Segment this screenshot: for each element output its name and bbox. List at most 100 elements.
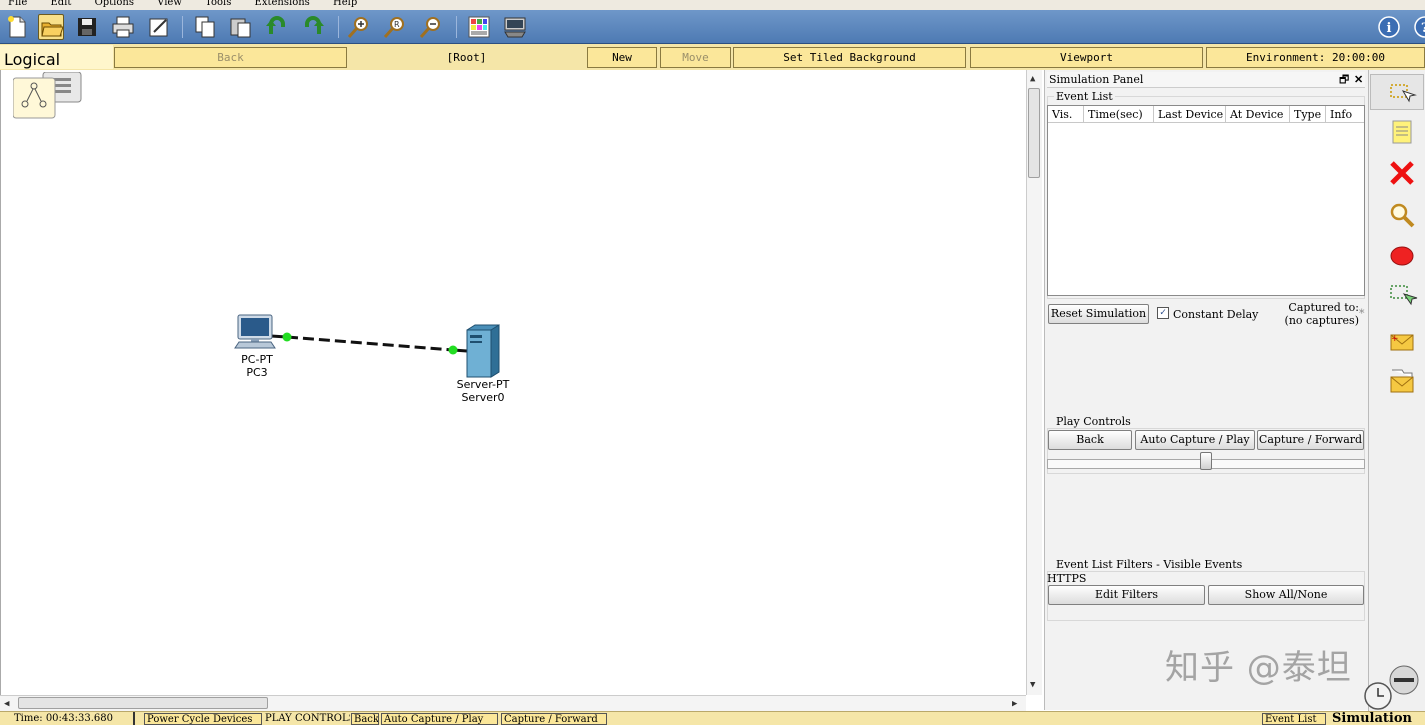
- column-last-device[interactable]: Last Device: [1154, 106, 1226, 123]
- info-icon[interactable]: i: [1376, 14, 1402, 40]
- logical-workspace-canvas[interactable]: PC-PT PC3 Server-PT Server0: [0, 70, 1026, 695]
- server0-type: Server-PT: [456, 378, 510, 391]
- activity-wizard-icon[interactable]: [146, 14, 172, 40]
- captured-to-label: Captured to:: [1288, 301, 1359, 314]
- viewport-button[interactable]: Viewport: [970, 47, 1203, 68]
- undock-icon[interactable]: 🗗: [1339, 72, 1349, 88]
- play-back-button[interactable]: Back: [1048, 430, 1132, 450]
- menu-help[interactable]: Help: [333, 0, 357, 8]
- server-icon[interactable]: [466, 324, 500, 378]
- scroll-left-icon[interactable]: ◀: [4, 699, 9, 709]
- menu-options[interactable]: Options: [95, 0, 134, 8]
- capture-forward-button[interactable]: Capture / Forward: [1257, 430, 1364, 450]
- set-tiled-background-button[interactable]: Set Tiled Background: [733, 47, 966, 68]
- server0-name: Server0: [461, 391, 505, 404]
- menu-extensions[interactable]: Extensions: [255, 0, 310, 8]
- captured-to-value: (no captures): [1284, 314, 1359, 327]
- column-info[interactable]: Info: [1326, 106, 1364, 123]
- vertical-scroll-thumb[interactable]: [1028, 88, 1040, 178]
- scroll-right-icon[interactable]: ▶: [1012, 699, 1017, 709]
- network-cable[interactable]: [286, 335, 454, 352]
- zoom-reset-icon[interactable]: R: [382, 14, 408, 40]
- back-button[interactable]: Back: [114, 47, 347, 68]
- print-icon[interactable]: [110, 14, 136, 40]
- cluster-navigation-icon[interactable]: [12, 71, 83, 120]
- complex-pdu-icon[interactable]: [1386, 366, 1418, 398]
- delete-icon[interactable]: [1386, 157, 1418, 189]
- draw-ellipse-icon[interactable]: [1386, 240, 1418, 272]
- close-icon[interactable]: ✕: [1354, 72, 1363, 88]
- svg-text:?: ?: [1421, 21, 1425, 36]
- menu-tools[interactable]: Tools: [205, 0, 231, 8]
- menu-view[interactable]: View: [157, 0, 182, 8]
- status-auto-capture-button[interactable]: Auto Capture / Play: [381, 713, 498, 725]
- realtime-simulation-clock-icon[interactable]: [1358, 662, 1422, 710]
- zoom-out-icon[interactable]: [418, 14, 444, 40]
- play-speed-slider-thumb[interactable]: [1200, 452, 1212, 470]
- select-icon[interactable]: [1370, 74, 1424, 110]
- column-at-device[interactable]: At Device: [1226, 106, 1290, 123]
- status-divider: [133, 712, 135, 725]
- pc3-name: PC3: [246, 366, 268, 379]
- logical-tab[interactable]: Logical: [0, 45, 113, 69]
- copy-icon[interactable]: [192, 14, 218, 40]
- auto-capture-play-button[interactable]: Auto Capture / Play: [1135, 430, 1255, 450]
- simulation-panel-title: Simulation Panel 🗗 ✕: [1047, 72, 1365, 88]
- move-object-button[interactable]: Move Object: [660, 47, 731, 83]
- palette-icon[interactable]: [466, 14, 492, 40]
- environment-button[interactable]: Environment: 20:00:00: [1206, 47, 1425, 68]
- svg-text:R: R: [394, 20, 400, 29]
- resize-icon[interactable]: [1386, 280, 1418, 312]
- horizontal-scroll-thumb[interactable]: [18, 697, 268, 709]
- visible-events-value: HTTPS: [1047, 572, 1087, 585]
- event-list-label: Event List: [1054, 90, 1115, 103]
- link-light-pc3: [282, 332, 292, 342]
- power-cycle-devices-button[interactable]: Power Cycle Devices: [144, 713, 262, 725]
- svg-text:i: i: [1387, 21, 1392, 36]
- menu-edit[interactable]: Edit: [50, 0, 71, 8]
- redo-icon[interactable]: [300, 14, 326, 40]
- edit-filters-button[interactable]: Edit Filters: [1048, 585, 1205, 605]
- constant-delay-label: Constant Delay: [1173, 308, 1259, 321]
- simple-pdu-icon[interactable]: +: [1386, 326, 1418, 358]
- server0-label: Server-PT Server0: [448, 378, 518, 404]
- column-vis[interactable]: Vis.: [1048, 106, 1084, 123]
- custom-device-icon[interactable]: [502, 14, 528, 40]
- show-all-none-button[interactable]: Show All/None: [1208, 585, 1364, 605]
- note-icon[interactable]: [1386, 116, 1418, 148]
- constant-delay-checkbox[interactable]: ✓: [1157, 307, 1169, 319]
- help-icon[interactable]: ?: [1412, 14, 1425, 40]
- simulation-panel-title-text: Simulation Panel: [1049, 73, 1144, 86]
- column-type[interactable]: Type: [1290, 106, 1326, 123]
- menu-bar: File Edit Options View Tools Extensions …: [0, 0, 1425, 10]
- pc3-type: PC-PT: [241, 353, 273, 366]
- save-icon[interactable]: [74, 14, 100, 40]
- captured-overflow-icon: *: [1359, 307, 1365, 320]
- svg-text:+: +: [1391, 334, 1399, 344]
- event-list-table[interactable]: Vis. Time(sec) Last Device At Device Typ…: [1047, 105, 1365, 296]
- play-controls-status-label: PLAY CONTROLS:: [265, 713, 350, 724]
- pc3-label: PC-PT PC3: [227, 353, 287, 379]
- main-toolbar: R i ?: [0, 10, 1425, 44]
- reset-simulation-button[interactable]: Reset Simulation: [1048, 304, 1149, 324]
- pc-icon[interactable]: [234, 314, 276, 349]
- watermark-logo: 知乎 @泰坦: [1165, 648, 1352, 688]
- scroll-down-icon[interactable]: ▼: [1030, 680, 1035, 690]
- status-back-button[interactable]: Back: [351, 713, 379, 725]
- event-list-toggle-button[interactable]: Event List: [1262, 713, 1326, 725]
- event-filters-label: Event List Filters - Visible Events: [1054, 558, 1245, 571]
- new-cluster-button[interactable]: New Cluster: [587, 47, 657, 83]
- new-file-icon[interactable]: [4, 14, 30, 40]
- paste-icon[interactable]: [228, 14, 254, 40]
- column-time[interactable]: Time(sec): [1084, 106, 1154, 123]
- zoom-in-icon[interactable]: [346, 14, 372, 40]
- menu-file[interactable]: File: [8, 0, 27, 8]
- root-label: [Root]: [446, 51, 487, 64]
- inspect-icon[interactable]: [1386, 199, 1418, 231]
- open-folder-icon[interactable]: [38, 14, 64, 40]
- status-capture-forward-button[interactable]: Capture / Forward: [501, 713, 607, 725]
- undo-icon[interactable]: [264, 14, 290, 40]
- simulation-mode-tab[interactable]: Simulation: [1332, 712, 1425, 725]
- scroll-up-icon[interactable]: ▲: [1030, 74, 1035, 84]
- play-controls-label: Play Controls: [1054, 415, 1133, 428]
